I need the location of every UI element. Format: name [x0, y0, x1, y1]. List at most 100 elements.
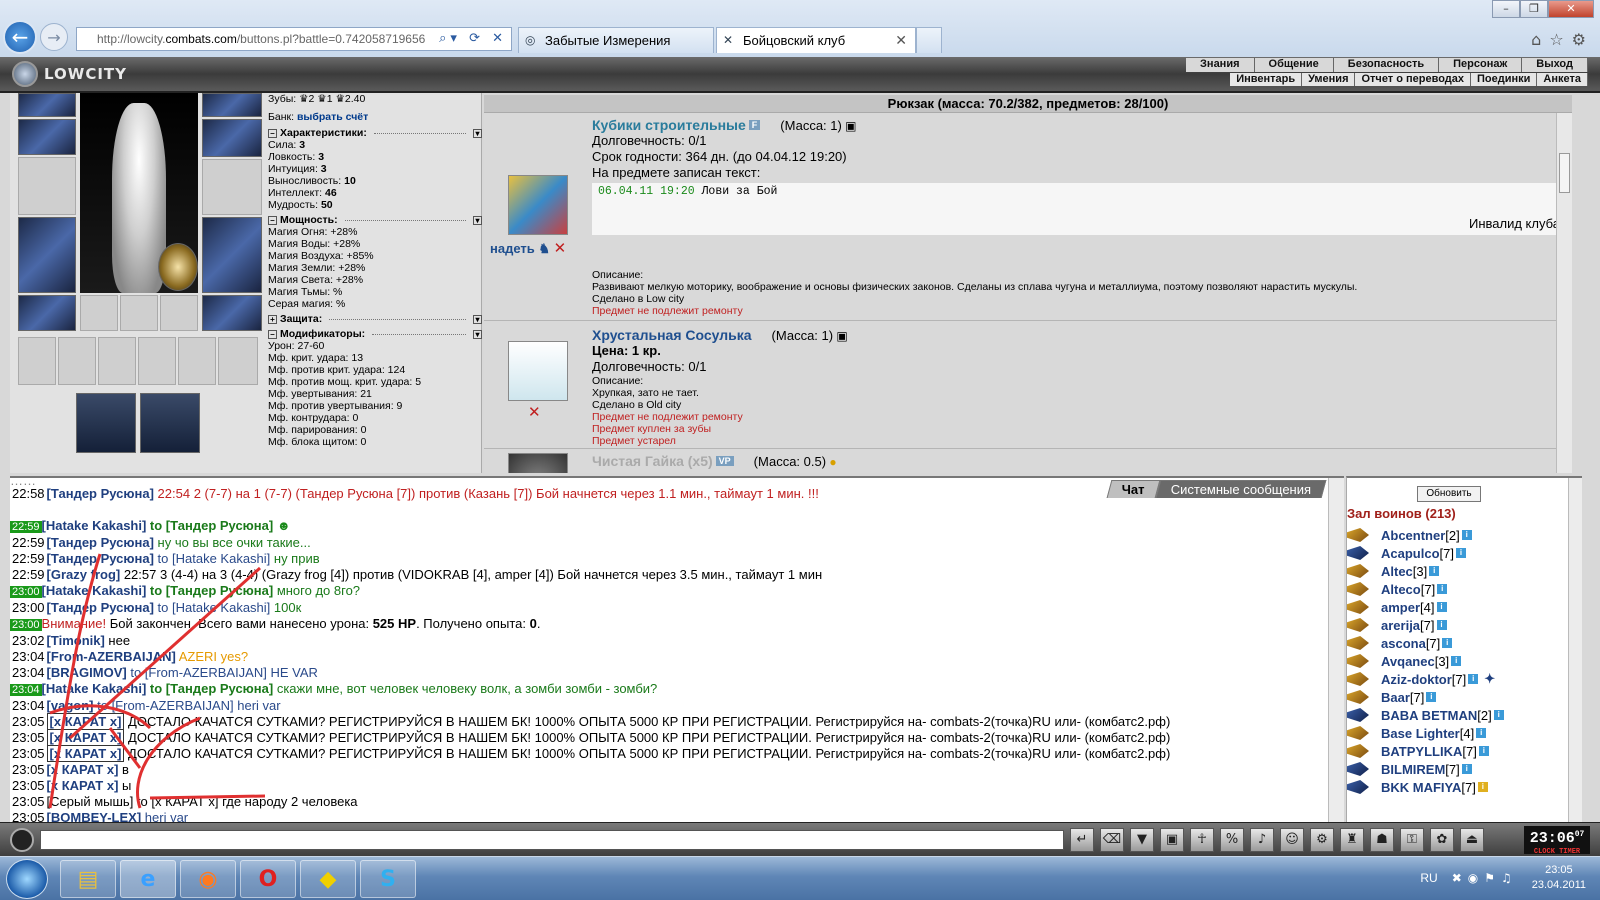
menu-exit[interactable]: Выход: [1522, 58, 1588, 72]
rune-slot-2[interactable]: [120, 295, 158, 331]
tab-forgotten-dimensions[interactable]: ◎ Забытые Измерения: [518, 27, 714, 53]
player-item[interactable]: ascona [7] i: [1347, 634, 1557, 652]
menu-character[interactable]: Персонаж: [1439, 58, 1523, 72]
player-item[interactable]: Acapulco [7] i: [1347, 544, 1557, 562]
percent-icon[interactable]: %: [1220, 828, 1244, 852]
bag-slot-4[interactable]: [138, 337, 176, 385]
eraser-icon[interactable]: ⌫: [1100, 828, 1124, 852]
system-clock[interactable]: 23:05 23.04.2011: [1532, 863, 1586, 893]
collapse-icon[interactable]: –: [268, 329, 277, 339]
player-item[interactable]: BATPYLLIKA [7] i: [1347, 742, 1557, 760]
smiley-icon[interactable]: ☺: [1280, 828, 1304, 852]
player-item[interactable]: Baar [7] i: [1347, 688, 1557, 706]
close-tab-icon[interactable]: ✕: [895, 32, 907, 49]
rune-slot-1[interactable]: [80, 295, 118, 331]
bag-slot-5[interactable]: [178, 337, 216, 385]
wear-button[interactable]: надеть ♞ ✕: [490, 239, 566, 257]
back-button[interactable]: ←: [3, 20, 37, 54]
explorer-icon[interactable]: ▤: [60, 860, 116, 898]
gloves-slot[interactable]: [202, 119, 262, 157]
legs-slot[interactable]: [202, 217, 262, 293]
armor-slot[interactable]: [18, 217, 76, 293]
boots-slot[interactable]: [202, 295, 262, 331]
modifiers-header[interactable]: – Модификаторы: ▾: [268, 328, 482, 340]
language-indicator[interactable]: RU: [1420, 871, 1437, 885]
chat-scrollbar[interactable]: [1328, 478, 1344, 824]
tray-icons[interactable]: ✖◉⚑♫: [1452, 871, 1518, 885]
backpack-slot-1[interactable]: [76, 393, 136, 453]
player-item[interactable]: arerija [7] i: [1347, 616, 1557, 634]
player-item[interactable]: amper [4] i: [1347, 598, 1557, 616]
nut-image[interactable]: [508, 453, 568, 473]
fighter-icon[interactable]: ☥: [1190, 828, 1214, 852]
arrow-icon[interactable]: ▾: [473, 215, 482, 225]
refresh-button[interactable]: Обновить: [1417, 486, 1481, 502]
tab-fight-club[interactable]: ✕ Бойцовский клуб ✕: [716, 27, 916, 53]
player-item[interactable]: BKK MAFIYA [7] i: [1347, 778, 1557, 796]
users-icon[interactable]: ☗: [1370, 828, 1394, 852]
bag-slot-2[interactable]: [58, 337, 96, 385]
start-button[interactable]: [6, 859, 48, 899]
bag-slot-6[interactable]: [218, 337, 258, 385]
building-blocks-image[interactable]: [508, 175, 568, 235]
choose-account-link[interactable]: выбрать счёт: [297, 111, 368, 123]
menu-security[interactable]: Безопасность: [1334, 58, 1440, 72]
players-scrollbar[interactable]: [1568, 478, 1582, 824]
tab-chat[interactable]: Чат: [1106, 480, 1161, 498]
send-icon[interactable]: ↵: [1070, 828, 1094, 852]
close-window-button[interactable]: ✕: [1548, 0, 1594, 18]
settings-icon[interactable]: ⚙: [1310, 828, 1334, 852]
ie-icon[interactable]: e: [120, 860, 176, 898]
tab-system-messages[interactable]: Системные сообщения: [1155, 480, 1327, 498]
minimize-button[interactable]: –: [1492, 0, 1520, 18]
belt-slot[interactable]: [18, 295, 76, 331]
game-client-icon[interactable]: ◆: [300, 860, 356, 898]
maximize-button[interactable]: ❐: [1520, 0, 1548, 18]
expand-icon[interactable]: +: [268, 314, 277, 324]
collapse-icon[interactable]: –: [268, 128, 277, 138]
defense-header[interactable]: + Защита: ▾: [268, 313, 482, 325]
ring-slots[interactable]: [202, 93, 262, 117]
exit-icon[interactable]: ⏏: [1460, 828, 1484, 852]
menu-knowledge[interactable]: Знания: [1186, 58, 1255, 72]
menu-profile[interactable]: Анкета: [1537, 73, 1588, 86]
arrow-icon[interactable]: ▾: [473, 329, 482, 339]
weapon-slot[interactable]: [18, 157, 76, 215]
backpack-slot-2[interactable]: [140, 393, 200, 453]
new-tab-button[interactable]: [916, 27, 942, 53]
item-name[interactable]: Кубики строительные: [592, 117, 746, 133]
address-bar[interactable]: http://lowcity. combats.com/buttons.pl?ba…: [76, 27, 512, 51]
delete-item-icon[interactable]: ✕: [554, 239, 567, 257]
collapse-icon[interactable]: –: [268, 215, 277, 225]
chat-mode-icon[interactable]: [10, 828, 34, 852]
menu-battles[interactable]: Поединки: [1471, 73, 1538, 86]
player-item[interactable]: Alteco [7] i: [1347, 580, 1557, 598]
save-icon[interactable]: ▣: [1160, 828, 1184, 852]
player-item[interactable]: Aziz-doktor [7] i ✦: [1347, 670, 1557, 688]
browser-tools-icon[interactable]: ⌂☆⚙: [1531, 30, 1594, 49]
helmet-slot[interactable]: [18, 93, 76, 117]
opera-icon[interactable]: O: [240, 860, 296, 898]
scroll-thumb[interactable]: [1559, 153, 1570, 193]
player-item[interactable]: BABA BETMAN [2] i: [1347, 706, 1557, 724]
icicle-image[interactable]: [508, 341, 568, 401]
backpack-scrollbar[interactable]: [1556, 113, 1572, 473]
player-item[interactable]: Altec [3] i: [1347, 562, 1557, 580]
delete-item-icon[interactable]: ✕: [528, 403, 541, 421]
amulet-slot[interactable]: [158, 243, 198, 291]
item-name[interactable]: Чистая Гайка (x5): [592, 453, 713, 469]
player-item[interactable]: Abcentner [2] i: [1347, 526, 1557, 544]
arrow-icon[interactable]: ▾: [473, 128, 482, 138]
player-item[interactable]: Avqanec [3] i: [1347, 652, 1557, 670]
lock-icon[interactable]: ⚿: [1400, 828, 1424, 852]
bag-slot-3[interactable]: [98, 337, 136, 385]
item-name[interactable]: Хрустальная Сосулька: [592, 327, 752, 343]
power-header[interactable]: – Мощность: ▾: [268, 214, 482, 226]
menu-skills[interactable]: Умения: [1302, 73, 1356, 86]
player-item[interactable]: Base Lighter [4] i: [1347, 724, 1557, 742]
sound-icon[interactable]: ♪: [1250, 828, 1274, 852]
menu-transfers[interactable]: Отчет о переводах: [1355, 73, 1472, 86]
player-item[interactable]: BILMIREM [7] i: [1347, 760, 1557, 778]
flower-icon[interactable]: ✿: [1430, 828, 1454, 852]
rune-slot-3[interactable]: [160, 295, 198, 331]
